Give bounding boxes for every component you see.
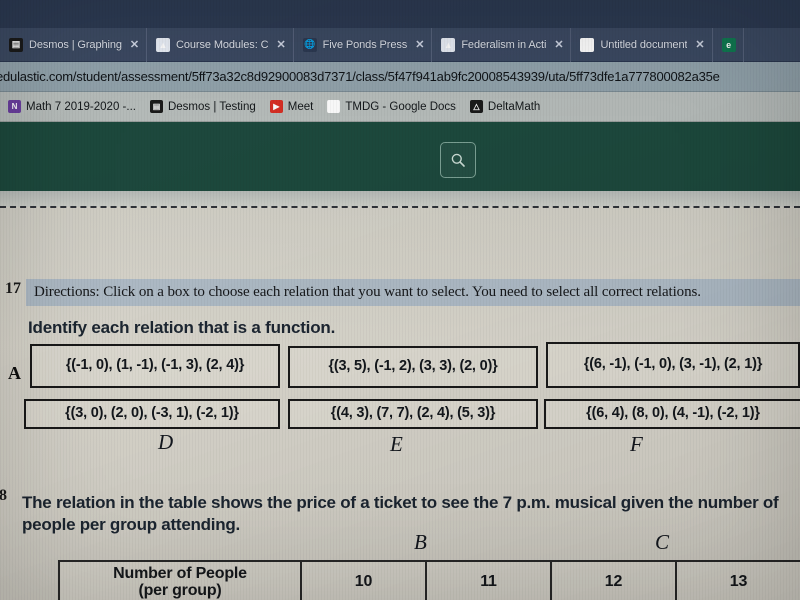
bookmark-item[interactable]: △ DeltaMath — [469, 100, 541, 113]
relation-box-c[interactable]: {(6, -1), (-1, 0), (3, -1), (2, 1)} — [546, 342, 800, 388]
canvas-icon: ▲ — [156, 37, 170, 52]
table-cell: 12 — [550, 560, 677, 600]
bookmark-label: Meet — [287, 100, 314, 113]
table-cell: 13 — [675, 560, 800, 600]
globe-icon: 🌐 — [302, 37, 317, 52]
close-icon[interactable]: ✕ — [695, 38, 704, 51]
row-header-line1: Number of People — [113, 564, 247, 582]
browser-tab[interactable]: ☰ Untitled document ✕ — [571, 27, 713, 62]
relation-box-b[interactable]: {(3, 5), (-1, 2), (3, 3), (2, 0)} — [288, 346, 538, 388]
close-icon[interactable]: ✕ — [415, 38, 424, 51]
meet-icon: ▶ — [269, 100, 283, 113]
page-gap-strip — [0, 191, 800, 207]
canvas-icon: ▲ — [441, 37, 456, 52]
handwritten-label-d: D — [158, 430, 174, 454]
relation-text: {(3, 0), (2, 0), (-3, 1), (-2, 1)} — [65, 405, 239, 422]
url-text: edulastic.com/student/assessment/5ff73a3… — [0, 69, 720, 84]
tab-title: Untitled document — [600, 38, 688, 51]
choice-letter-a: A — [8, 363, 21, 383]
relation-box-a[interactable]: {(-1, 0), (1, -1), (-1, 3), (2, 4)} — [30, 344, 280, 388]
tab-title: Course Modules: C — [176, 38, 269, 51]
handwritten-label-e: E — [390, 432, 403, 456]
table-cell: 11 — [425, 560, 552, 600]
relation-text: {(-1, 0), (1, -1), (-1, 3), (2, 4)} — [65, 357, 245, 374]
question-17-number: 17 — [5, 280, 21, 297]
browser-tab[interactable]: 🌐 Five Ponds Press ✕ — [294, 27, 433, 62]
relation-box-e[interactable]: {(4, 3), (7, 7), (2, 4), (5, 3)} — [288, 399, 538, 429]
bookmark-label: DeltaMath — [487, 100, 541, 113]
desmos-icon: ▤ — [9, 37, 23, 52]
desmos-icon: ▤ — [149, 100, 163, 113]
relation-text: {(4, 3), (7, 7), (2, 4), (5, 3)} — [330, 405, 496, 422]
browser-tab[interactable]: ▲ Federalism in Acti ✕ — [432, 27, 572, 62]
browser-tab[interactable]: ▤ Desmos | Graphing ✕ — [0, 27, 147, 62]
tab-title: Federalism in Acti — [461, 38, 547, 51]
row-header-line2: (per group) — [138, 582, 222, 599]
browser-tab[interactable]: ▲ Course Modules: C ✕ — [147, 27, 294, 62]
assessment-body: 17 Directions: Click on a box to choose … — [0, 208, 800, 600]
onenote-icon: N — [8, 100, 21, 113]
address-bar[interactable]: edulastic.com/student/assessment/5ff73a3… — [0, 62, 800, 92]
bookmarks-bar: N Math 7 2019-2020 -... ▤ Desmos | Testi… — [0, 92, 800, 122]
close-icon[interactable]: ✕ — [130, 38, 139, 51]
tab-title: Desmos | Graphing — [29, 38, 122, 51]
relation-text: {(6, -1), (-1, 0), (3, -1), (2, 1)} — [583, 356, 763, 373]
ticket-price-table: Number of People (per group) 10 11 12 13 — [58, 560, 800, 600]
handwritten-label-f: F — [630, 432, 643, 456]
bookmark-item[interactable]: ☰ TMDG - Google Docs — [327, 100, 456, 113]
question-18-text: The relation in the table shows the pric… — [22, 493, 779, 534]
question-18-number: 8 — [0, 487, 7, 504]
screenshot-root: ▤ Desmos | Graphing ✕ ▲ Course Modules: … — [0, 0, 800, 600]
browser-tabstrip: ▤ Desmos | Graphing ✕ ▲ Course Modules: … — [0, 27, 800, 62]
search-icon — [451, 153, 465, 167]
docs-icon: ☰ — [327, 100, 341, 113]
bookmark-label: TMDG - Google Docs — [345, 100, 456, 113]
bookmark-label: Desmos | Testing — [167, 100, 256, 113]
bookmark-item[interactable]: ▶ Meet — [269, 100, 314, 113]
bookmark-label: Math 7 2019-2020 -... — [26, 100, 136, 113]
bookmark-item[interactable]: N Math 7 2019-2020 -... — [8, 100, 136, 113]
edulastic-icon: e — [721, 37, 736, 52]
table-cell: 10 — [300, 560, 427, 600]
relation-box-d[interactable]: {(3, 0), (2, 0), (-3, 1), (-2, 1)} — [24, 399, 280, 429]
search-button[interactable] — [440, 142, 476, 178]
app-header-band — [0, 122, 800, 191]
deltamath-icon: △ — [469, 100, 483, 113]
tab-title: Five Ponds Press — [322, 38, 408, 51]
question-17-directions: Directions: Click on a box to choose eac… — [26, 279, 800, 306]
relation-text: {(6, 4), (8, 0), (4, -1), (-2, 1)} — [586, 405, 760, 422]
browser-titlebar — [0, 0, 800, 28]
relation-box-f[interactable]: {(6, 4), (8, 0), (4, -1), (-2, 1)} — [544, 399, 800, 429]
bookmark-item[interactable]: ▤ Desmos | Testing — [149, 100, 256, 113]
relation-text: {(3, 5), (-1, 2), (3, 3), (2, 0)} — [328, 358, 498, 375]
question-17-prompt: Identify each relation that is a functio… — [28, 318, 336, 337]
table-row-header: Number of People (per group) — [58, 560, 302, 600]
docs-icon: ☰ — [580, 37, 595, 52]
browser-tab-partial[interactable]: e — [713, 27, 744, 62]
close-icon[interactable]: ✕ — [276, 38, 285, 51]
close-icon[interactable]: ✕ — [554, 38, 563, 51]
table-row: Number of People (per group) 10 11 12 13 — [58, 560, 800, 600]
